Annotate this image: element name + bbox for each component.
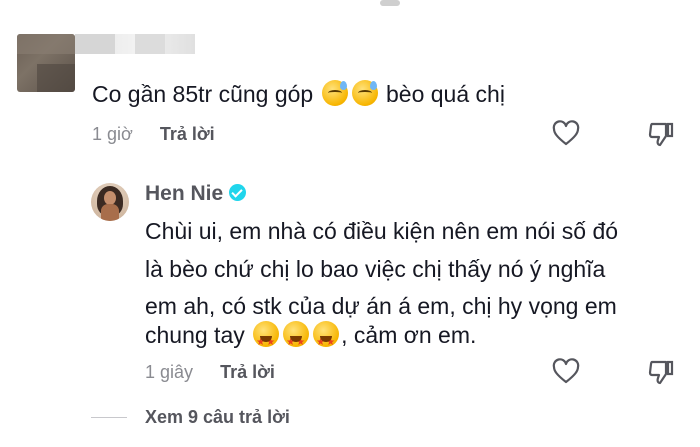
star-struck-emoji-icon xyxy=(283,321,310,361)
reply-line-4: chung tay , cảm ơn em. xyxy=(145,317,477,361)
commenter-avatar-blurred[interactable] xyxy=(17,34,75,92)
sweat-smile-emoji-icon xyxy=(351,80,378,106)
sweat-smile-emoji-icon xyxy=(321,80,348,106)
like-heart-icon[interactable] xyxy=(552,358,580,386)
reply-time: 1 giây xyxy=(145,362,194,382)
cut-off-text xyxy=(380,0,400,6)
commenter-name-blurred[interactable] xyxy=(75,34,195,54)
view-replies-button[interactable]: Xem 9 câu trả lời xyxy=(91,407,290,428)
comment-text-part1: Co gần 85tr cũng góp xyxy=(92,81,314,107)
reply-line-4-end: , cảm ơn em. xyxy=(341,322,477,348)
verified-badge-icon xyxy=(229,184,247,201)
creator-name-text: Hen Nie xyxy=(145,182,224,205)
comment-text: Co gần 85tr cũng góp bèo quá chị xyxy=(92,76,505,113)
reply-line-4-start: chung tay xyxy=(145,322,245,348)
reply-meta: 1 giây Trả lời xyxy=(145,362,275,383)
divider-line xyxy=(91,417,127,418)
star-struck-emoji-icon xyxy=(253,321,280,361)
dislike-icon[interactable] xyxy=(647,358,675,386)
star-struck-emoji-icon xyxy=(313,321,340,361)
comment-reply-button[interactable]: Trả lời xyxy=(160,124,215,144)
comment-text-part2: bèo quá chị xyxy=(386,81,505,107)
reply-line-1: Chùi ui, em nhà có điều kiện nên em nói … xyxy=(145,218,619,244)
reply-reply-button[interactable]: Trả lời xyxy=(220,362,275,382)
comment-time: 1 giờ xyxy=(92,124,133,144)
creator-avatar[interactable] xyxy=(91,183,129,221)
previous-content-fragment xyxy=(0,0,700,18)
view-replies-label: Xem 9 câu trả lời xyxy=(145,407,290,427)
comment-meta: 1 giờ Trả lời xyxy=(92,124,215,145)
creator-name[interactable]: Hen Nie xyxy=(145,182,247,206)
dislike-icon[interactable] xyxy=(647,120,675,148)
reply-line-2: là bèo chứ chị lo bao việc chị thấy nó ý… xyxy=(145,256,606,282)
like-heart-icon[interactable] xyxy=(552,120,580,148)
